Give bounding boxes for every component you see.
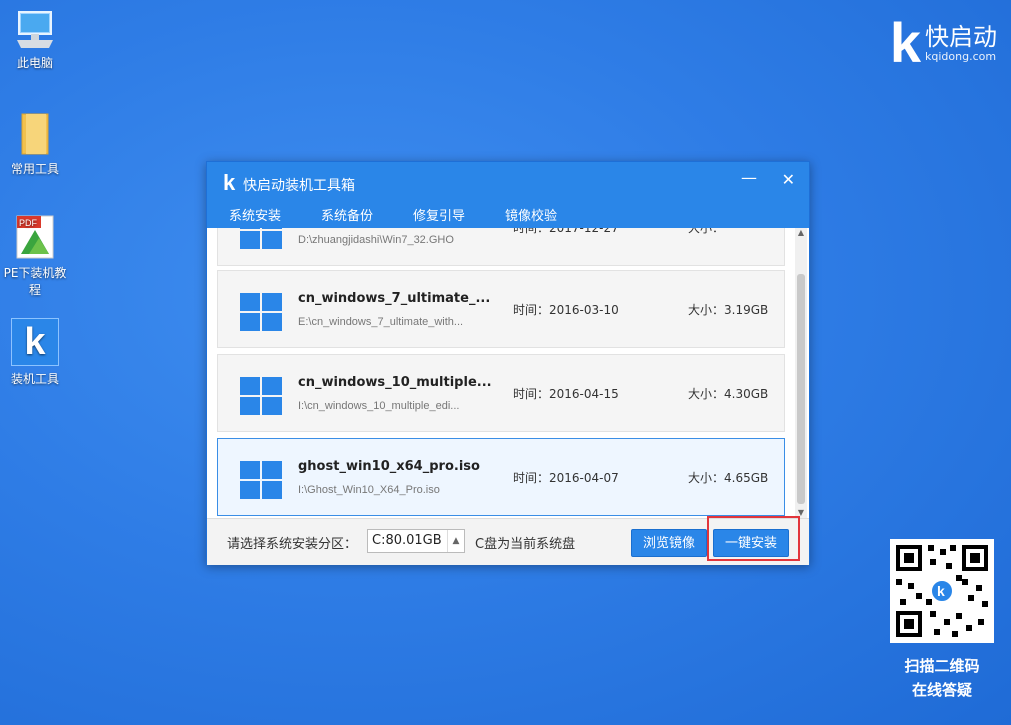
brand-k-icon: k [889, 11, 921, 74]
desktop-icon-pe-tutorial[interactable]: PDF PE下装机教程 [0, 214, 70, 298]
image-time: 时间：2017-12-27 [513, 228, 619, 235]
image-item[interactable]: cn_windows_10_multiple... I:\cn_windows_… [217, 354, 785, 432]
svg-text:k: k [937, 583, 945, 599]
brand-name: 快启动 [925, 22, 997, 51]
browse-image-button[interactable]: 浏览镜像 [631, 529, 707, 557]
one-click-install-button[interactable]: 一键安装 [713, 529, 789, 557]
scroll-thumb[interactable] [797, 274, 805, 504]
desktop-icon-label: 常用工具 [10, 162, 59, 176]
qr-caption-line-2: 在线答疑 [911, 681, 972, 699]
image-item-selected[interactable]: ghost_win10_x64_pro.iso I:\Ghost_Win10_X… [217, 438, 785, 516]
partition-select[interactable]: C:80.01GB ▲ [367, 529, 465, 553]
image-item[interactable]: D:\zhuangjidashi\Win7_32.GHO 时间：2017-12-… [217, 228, 785, 266]
tab-image-verify[interactable]: 镜像校验 [505, 205, 557, 230]
partition-note: C盘为当前系统盘 [475, 537, 576, 552]
image-item[interactable]: cn_windows_7_ultimate_... E:\cn_windows_… [217, 270, 785, 348]
window-title: 快启动装机工具箱 [243, 178, 355, 194]
image-name: ghost_win10_x64_pro.iso [298, 459, 480, 474]
image-path: D:\zhuangjidashi\Win7_32.GHO [298, 234, 454, 246]
app-logo-icon: k [223, 170, 236, 195]
desktop-icon-installer[interactable]: k 装机工具 [0, 318, 70, 387]
windows-logo-icon [240, 228, 282, 249]
list-scrollbar[interactable]: ▲ ▼ [795, 228, 807, 518]
image-name: cn_windows_10_multiple... [298, 375, 492, 390]
pdf-icon: PDF [15, 214, 55, 260]
image-size: 大小：3.19GB [688, 303, 769, 317]
tab-bar: 系统安装 系统备份 修复引导 镜像校验 [229, 205, 597, 230]
image-time: 时间：2016-03-10 [513, 303, 619, 317]
tab-system-install[interactable]: 系统安装 [229, 205, 282, 230]
dropdown-arrow-icon[interactable]: ▲ [447, 530, 464, 552]
desktop-icon-this-pc[interactable]: 此电脑 [0, 10, 70, 71]
title-bar: k 快启动装机工具箱 — ✕ 系统安装 系统备份 修复引导 镜像校验 [207, 162, 809, 230]
brand-logo: k 快启动 kqidong.com [889, 11, 997, 74]
qr-code: k [890, 539, 994, 643]
qr-caption-line-1: 扫描二维码 [904, 657, 980, 675]
image-name: cn_windows_7_ultimate_... [298, 291, 491, 306]
scroll-up-arrow-icon[interactable]: ▲ [795, 228, 807, 238]
image-path: E:\cn_windows_7_ultimate_with... [298, 316, 464, 328]
image-list: D:\zhuangjidashi\Win7_32.GHO 时间：2017-12-… [207, 228, 809, 518]
image-time: 时间：2016-04-15 [513, 387, 619, 401]
windows-logo-icon [240, 461, 282, 499]
tab-system-backup[interactable]: 系统备份 [321, 205, 373, 230]
partition-value: C:80.01GB [372, 533, 442, 548]
partition-label: 请选择系统安装分区： [227, 537, 358, 552]
scroll-down-arrow-icon[interactable]: ▼ [795, 508, 807, 518]
installer-window: k 快启动装机工具箱 — ✕ 系统安装 系统备份 修复引导 镜像校验 D:\zh… [206, 161, 810, 565]
qr-caption: 扫描二维码 在线答疑 [880, 654, 1004, 702]
windows-logo-icon [240, 377, 282, 415]
footer-bar: 请选择系统安装分区： C:80.01GB ▲ C盘为当前系统盘 浏览镜像 一键安… [207, 518, 809, 565]
minimize-button[interactable]: — [741, 168, 757, 187]
brand-url: kqidong.com [925, 49, 997, 63]
image-size: 大小：4.65GB [688, 471, 769, 485]
folder-icon [20, 112, 50, 156]
image-size: 大小：4.30GB [688, 387, 769, 401]
k-app-icon: k [11, 318, 59, 366]
close-button[interactable]: ✕ [782, 170, 795, 189]
tab-repair-boot[interactable]: 修复引导 [413, 205, 465, 230]
desktop-icon-label: 此电脑 [16, 56, 53, 70]
computer-icon [13, 10, 57, 50]
image-size: 大小： [688, 228, 725, 235]
image-path: I:\cn_windows_10_multiple_edi... [298, 400, 460, 412]
image-time: 时间：2016-04-07 [513, 471, 619, 485]
svg-text:PDF: PDF [19, 218, 38, 228]
image-path: I:\Ghost_Win10_X64_Pro.iso [298, 484, 440, 496]
desktop-icon-label: PE下装机教程 [3, 266, 67, 297]
desktop-icon-label: 装机工具 [10, 372, 59, 386]
windows-logo-icon [240, 293, 282, 331]
desktop-icon-common-tools[interactable]: 常用工具 [0, 112, 70, 177]
